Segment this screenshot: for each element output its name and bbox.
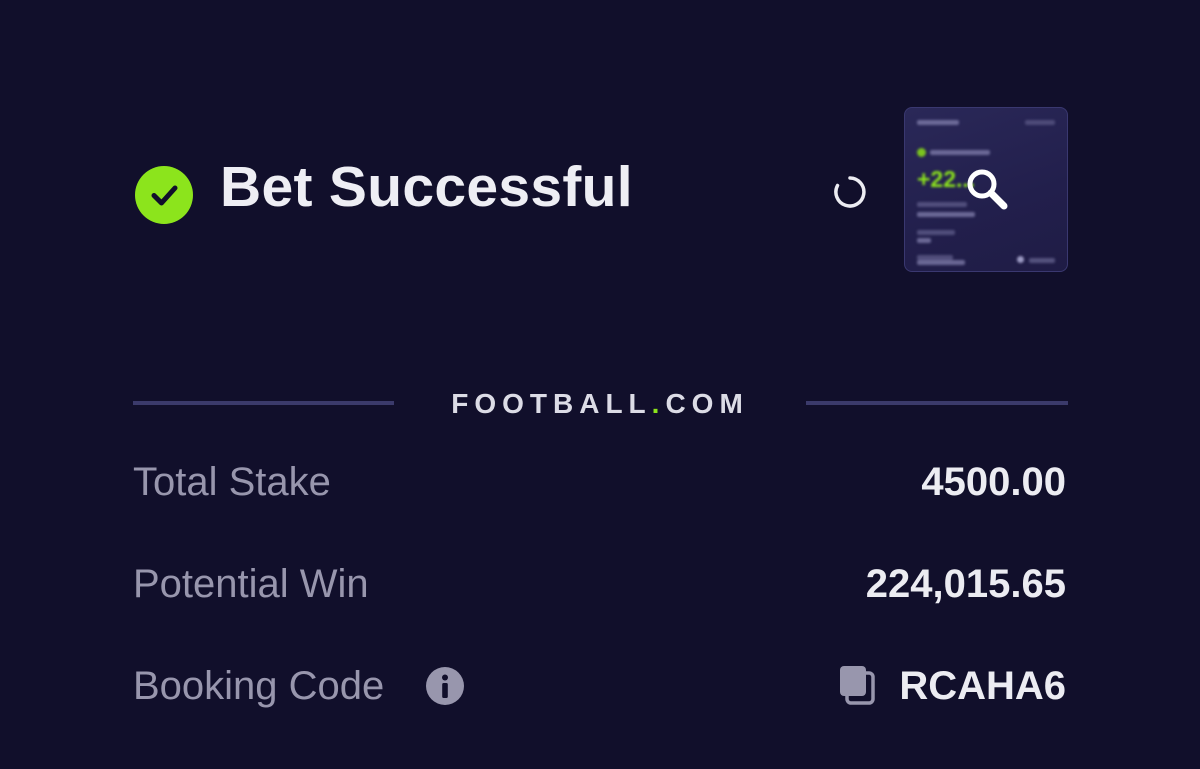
divider-right [806, 401, 1068, 405]
total-stake-value: 4500.00 [921, 460, 1066, 504]
copy-icon[interactable] [838, 664, 876, 706]
brand-logo: FOOTBALL.COM [394, 388, 806, 420]
potential-win-value: 224,015.65 [865, 562, 1066, 606]
divider-left [133, 401, 394, 405]
spinner-icon [833, 175, 867, 209]
magnifier-icon[interactable] [964, 166, 1010, 212]
brand-name-part2: COM [665, 388, 749, 419]
brand-name-part1: FOOTBALL [451, 388, 652, 419]
potential-win-label: Potential Win [133, 562, 369, 606]
success-check-icon [135, 166, 193, 224]
page-title: Bet Successful [220, 155, 633, 219]
booking-code-label: Booking Code [133, 664, 385, 708]
booking-code-value[interactable]: RCAHA6 [899, 662, 1066, 710]
total-stake-label: Total Stake [133, 460, 331, 504]
info-icon[interactable] [426, 667, 464, 705]
brand-dot: . [651, 388, 666, 419]
